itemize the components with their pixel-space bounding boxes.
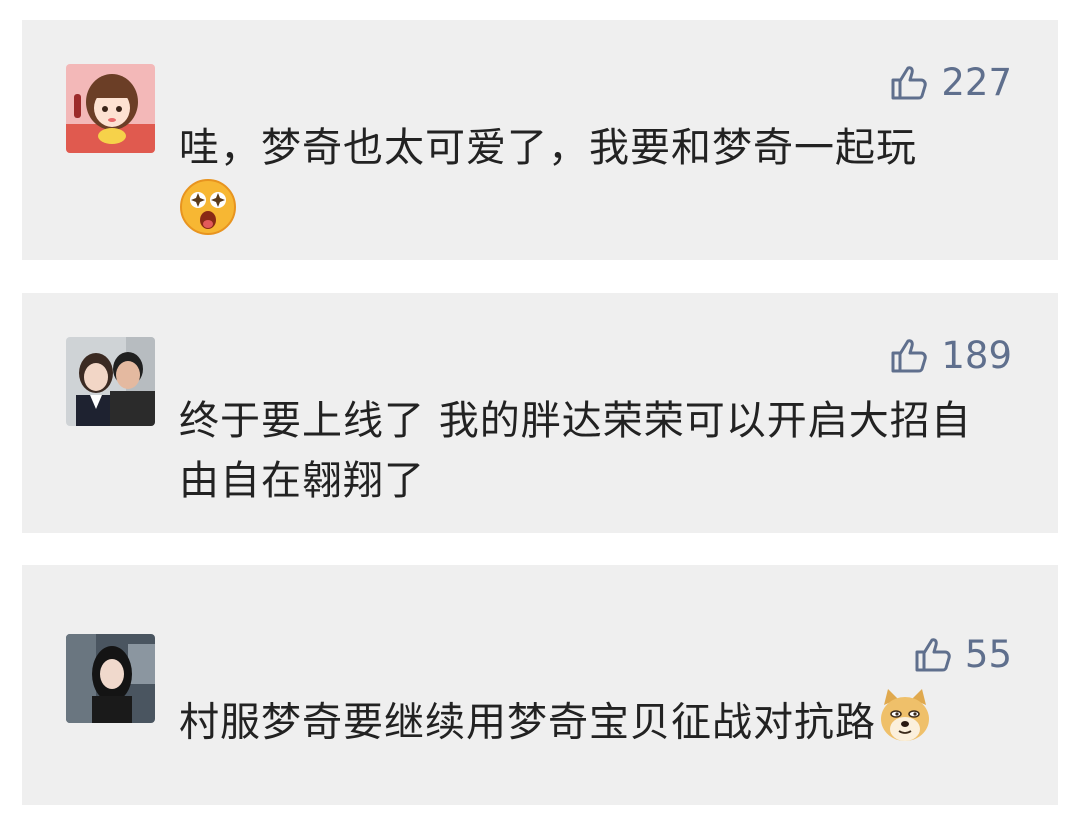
- like-button[interactable]: 55: [913, 634, 1012, 674]
- doge-emoji-icon: [876, 687, 934, 762]
- comment-body: 哇，梦奇也太可爱了，我要和梦奇一起玩: [179, 125, 917, 171]
- like-button[interactable]: 189: [889, 335, 1012, 375]
- thumbs-up-icon: [915, 638, 951, 672]
- thumbs-up-icon: [891, 66, 928, 100]
- comment-card: 55 村服梦奇要继续用梦奇宝贝征战对抗路: [22, 565, 1058, 805]
- thumbs-up-icon: [891, 339, 928, 373]
- comment-text: 终于要上线了 我的胖达荣荣可以开启大招自由自在翱翔了: [179, 391, 986, 511]
- avatar[interactable]: [66, 337, 155, 426]
- comment-card: 189 终于要上线了 我的胖达荣荣可以开启大招自由自在翱翔了: [22, 293, 1058, 533]
- like-count: 227: [941, 60, 1012, 104]
- comment-body: 终于要上线了 我的胖达荣荣可以开启大招自由自在翱翔了: [179, 398, 972, 504]
- avatar[interactable]: [66, 64, 155, 153]
- star-eyes-emoji-icon: [179, 178, 237, 253]
- avatar[interactable]: [66, 634, 155, 723]
- comment-body: 村服梦奇要继续用梦奇宝贝征战对抗路: [179, 699, 876, 746]
- comment-card: 227 哇，梦奇也太可爱了，我要和梦奇一起玩: [22, 20, 1058, 260]
- comment-text: 村服梦奇要继续用梦奇宝贝征战对抗路: [179, 687, 978, 762]
- like-button[interactable]: 227: [889, 62, 1012, 102]
- like-count: 189: [941, 333, 1012, 377]
- comment-text: 哇，梦奇也太可爱了，我要和梦奇一起玩: [179, 118, 978, 253]
- like-count: 55: [964, 632, 1012, 676]
